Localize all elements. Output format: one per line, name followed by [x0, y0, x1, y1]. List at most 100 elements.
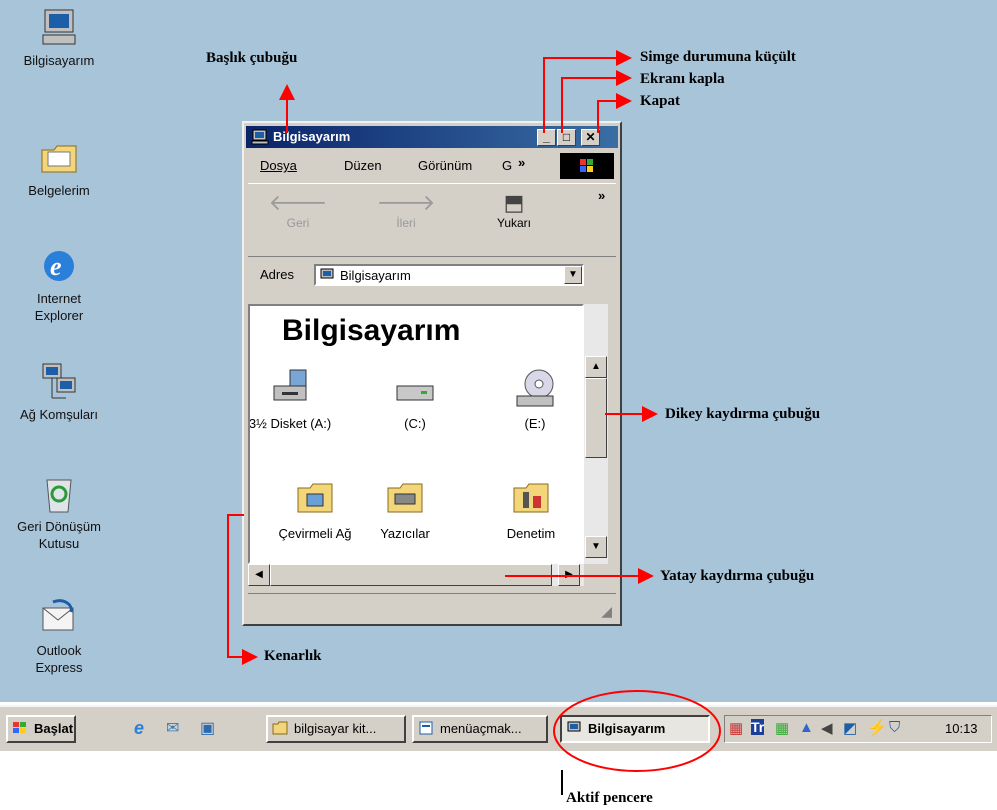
horizontal-scrollbar[interactable]: ◀ ▶ [248, 564, 584, 586]
horizontal-scroll-thumb[interactable] [270, 564, 552, 586]
tray-app-icon[interactable]: ▲ [799, 719, 814, 736]
tray-app-icon[interactable]: Tr [751, 719, 765, 735]
tray-app-icon[interactable]: ⚡ [867, 718, 887, 738]
annotation-active-window: Aktif pencere [566, 790, 653, 806]
item-label: Denetim [506, 526, 556, 541]
annotation-border: Kenarlık [264, 648, 322, 664]
start-label: Başlat [34, 721, 74, 736]
maximize-button[interactable]: □ [557, 129, 576, 146]
taskbar: Başlat e ✉ ▣ bilgisayar kit... menüaçmak… [0, 705, 997, 751]
item-label: (C:) [404, 416, 426, 431]
printers-folder-icon [385, 478, 425, 518]
clock: 10:13 [945, 721, 978, 736]
taskbar-button[interactable]: bilgisayar kit... [266, 715, 406, 743]
address-label: Adres [260, 267, 294, 282]
scroll-right-button[interactable]: ▶ [558, 564, 580, 586]
desktop-icon-label: Internet Explorer [34, 291, 84, 323]
shield-icon[interactable]: ⛉ [889, 719, 900, 736]
control-panel-folder-icon [511, 478, 551, 518]
vertical-scrollbar[interactable]: ▲ ▼ [584, 304, 608, 564]
desktop-icon-recycle-bin[interactable]: Geri Dönüşüm Kutusu [4, 474, 114, 552]
scroll-up-button[interactable]: ▲ [585, 356, 607, 378]
vertical-scroll-thumb[interactable] [585, 378, 607, 458]
item-label: (E:) [524, 416, 546, 431]
taskbar-button-active[interactable]: Bilgisayarım [560, 715, 710, 743]
back-arrow-icon: 🡐 [268, 190, 328, 215]
computer-icon [320, 268, 334, 279]
start-button[interactable]: Başlat [6, 715, 76, 743]
window-title: Bilgisayarım [273, 129, 351, 144]
title-bar[interactable]: Bilgisayarım _ □ ✕ [246, 126, 618, 148]
desktop-icon-label: Ağ Komşuları [19, 407, 99, 422]
tray-app-icon[interactable]: ◩ [843, 719, 857, 737]
toolbar-more-chevron[interactable]: » [598, 188, 605, 203]
svg-text:e: e [50, 252, 62, 281]
explorer-window[interactable]: Bilgisayarım _ □ ✕ Dosya Düzen Görünüm G… [242, 121, 622, 626]
forward-arrow-icon: 🡒 [376, 190, 436, 215]
drive-item[interactable]: (E:) [480, 368, 582, 431]
floppy-drive-icon [270, 368, 310, 408]
windows-logo-icon [560, 153, 614, 179]
drive-item[interactable]: (C:) [360, 368, 470, 431]
status-bar: ◢ [248, 593, 616, 620]
annotation-title-bar: Başlık çubuğu [206, 50, 298, 66]
annotation-close: Kapat [640, 93, 681, 109]
up-label: Yukarı [496, 216, 532, 230]
desktop-icon-internet-explorer[interactable]: e Internet Explorer [4, 246, 114, 324]
tray-app-icon[interactable]: ▦ [729, 719, 743, 737]
folder-icon [272, 721, 288, 735]
folder-item[interactable]: Yazıcılar [350, 478, 460, 541]
menu-go[interactable]: G [502, 158, 512, 173]
scroll-left-button[interactable]: ◀ [248, 564, 270, 586]
tray-app-icon[interactable]: ▦ [775, 719, 789, 737]
desktop-icon-documents[interactable]: Belgelerim [4, 138, 114, 199]
system-tray: ▦ Tr ▦ ▲ ◀ ◩ ⚡ ⛉ 10:13 [724, 715, 992, 743]
desktop: Bilgisayarım Belgelerim e Internet Explor… [0, 0, 997, 702]
speaker-icon[interactable]: ◀ [821, 719, 833, 737]
menu-file[interactable]: Dosya [260, 158, 297, 173]
quick-launch: e ✉ ▣ [120, 718, 230, 740]
address-input[interactable]: Bilgisayarım ▼ [314, 264, 584, 286]
menu-edit[interactable]: Düzen [344, 158, 382, 173]
outlook-express-icon [39, 598, 79, 638]
up-button[interactable]: ⬒ Yukarı [484, 190, 544, 230]
close-button[interactable]: ✕ [581, 129, 600, 146]
address-value: Bilgisayarım [340, 268, 411, 283]
menu-bar: Dosya Düzen Görünüm G » [248, 153, 616, 179]
computer-icon [251, 129, 269, 145]
internet-explorer-icon[interactable]: e [134, 718, 144, 739]
computer-icon [567, 721, 581, 732]
desktop-icon-label: Belgelerim [28, 183, 90, 198]
resize-grip-icon[interactable]: ◢ [601, 603, 612, 620]
annotation-maximize: Ekranı kapla [640, 71, 725, 87]
drive-item[interactable]: 3½ Disket (A:) [250, 368, 345, 431]
desktop-icon-computer[interactable]: Bilgisayarım [4, 8, 114, 69]
annotation-horizontal-scroll: Yatay kaydırma çubuğu [660, 568, 815, 584]
content-pane: Bilgisayarım 3½ Disket (A:) (C:) (E:) Çe… [248, 304, 584, 564]
folder-documents-icon [39, 138, 79, 178]
address-dropdown-button[interactable]: ▼ [564, 266, 582, 284]
desktop-icon-label: Geri Dönüşüm Kutusu [17, 519, 101, 551]
desktop-icon-outlook-express[interactable]: Outlook Express [4, 598, 114, 676]
recycle-bin-icon [39, 474, 79, 514]
back-button[interactable]: 🡐 Geri [268, 190, 328, 230]
desktop-icon-label: Bilgisayarım [23, 53, 95, 68]
show-desktop-icon[interactable]: ▣ [200, 718, 215, 738]
cd-drive-icon [515, 368, 555, 408]
desktop-icon-network[interactable]: Ağ Komşuları [4, 362, 114, 423]
annotation-vertical-scroll: Dikey kaydırma çubuğu [665, 406, 821, 422]
back-label: Geri [286, 216, 310, 230]
scroll-down-button[interactable]: ▼ [585, 536, 607, 558]
internet-explorer-icon: e [39, 246, 79, 286]
hard-drive-icon [395, 368, 435, 408]
folder-item[interactable]: Denetim [476, 478, 582, 541]
forward-button[interactable]: 🡒 İleri [376, 190, 436, 230]
outlook-express-icon[interactable]: ✉ [166, 718, 179, 738]
minimize-button[interactable]: _ [537, 129, 556, 146]
taskbar-button[interactable]: menüaçmak... [412, 715, 548, 743]
item-label: Yazıcılar [380, 526, 430, 541]
menu-view[interactable]: Görünüm [418, 158, 472, 173]
toolbar: 🡐 Geri 🡒 İleri ⬒ Yukarı » [248, 183, 616, 257]
dialup-folder-icon [295, 478, 335, 518]
menu-more-chevron[interactable]: » [518, 155, 525, 170]
